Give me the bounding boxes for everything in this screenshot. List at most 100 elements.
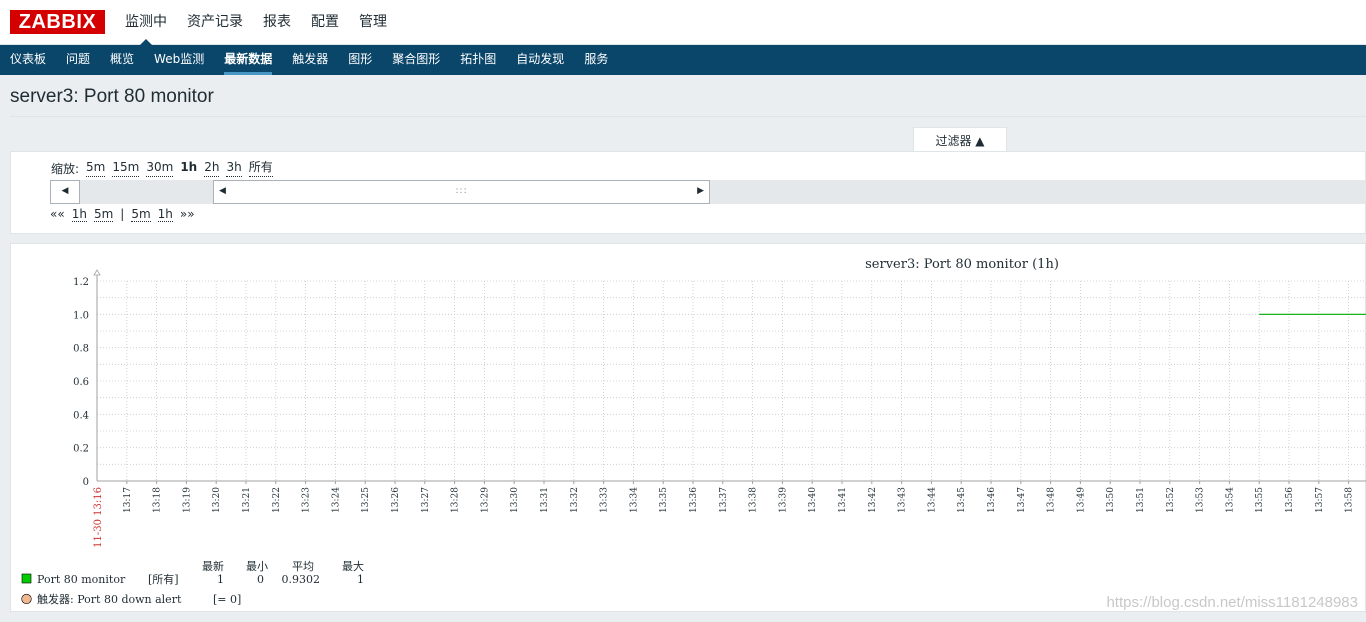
nav-separator: | [120,207,125,221]
x-tick-label: 13:30 [510,487,520,513]
x-tick-label: 13:54 [1225,487,1235,513]
x-tick-label: 13:17 [123,487,133,513]
x-tick-label: 13:39 [778,487,788,513]
y-axis: 0 0.2 0.4 0.6 0.8 1.0 1.2 [73,269,101,488]
page-title: server3: Port 80 monitor [10,86,214,107]
y-tick-label: 0 [83,477,89,488]
y-axis-arrow-icon [93,269,101,276]
x-tick-label: 13:36 [689,487,699,513]
legend-trigger-label: 触发器: Port 80 down alert [37,592,182,606]
legend-series-min: 0 [257,573,264,586]
y-tick-label: 0.6 [73,377,89,388]
legend-series-avg: 0.9302 [282,573,321,586]
zoom-15m[interactable]: 15m [112,160,140,177]
sub-nav-maps[interactable]: 拓扑图 [450,45,506,75]
main-nav-inventory[interactable]: 资产记录 [177,0,253,45]
sub-nav-triggers[interactable]: 触发器 [282,45,338,75]
sub-nav-latest-data[interactable]: 最新数据 [214,45,282,75]
sub-nav-overview[interactable]: 概览 [100,45,144,75]
x-tick-label: 13:33 [600,487,610,513]
nav-forward-far[interactable]: »» [180,207,195,222]
x-tick-label: 13:57 [1315,487,1325,513]
main-nav-administration[interactable]: 管理 [349,0,397,45]
x-tick-label: 13:28 [451,487,461,513]
nav-back-far[interactable]: «« [50,207,65,222]
sub-nav-discovery[interactable]: 自动发现 [506,45,574,75]
zoom-2h[interactable]: 2h [204,160,220,177]
x-tick-label: 13:19 [182,487,192,513]
graph-panel: server3: Port 80 monitor (1h) 0 0.2 0.4 0.6… [10,243,1366,612]
x-tick-label: 13:27 [421,487,431,513]
sub-nav-services[interactable]: 服务 [574,45,618,75]
nav-back-5m[interactable]: 5m [93,207,114,222]
legend-header-last: 最新 [202,559,224,573]
zoom-5m[interactable]: 5m [86,160,106,177]
x-start-label: 11-30 13:16 [93,487,104,548]
x-tick-label: 13:46 [987,487,997,513]
x-tick-label: 13:40 [808,487,818,513]
chart-legend: 最新 最小 平均 最大 Port 80 monitor [所有] 1 0 0.9… [21,559,364,606]
x-tick-label: 13:52 [1166,487,1176,513]
x-tick-label: 13:45 [957,487,967,513]
x-tick-label: 13:35 [659,487,669,513]
legend-series-last: 1 [217,573,224,586]
zoom-all[interactable]: 所有 [248,160,273,177]
timeline-left-button[interactable]: ◀ [50,180,80,204]
sub-nav-screens[interactable]: 聚合图形 [382,45,450,75]
main-nav-reports[interactable]: 报表 [253,0,301,45]
period-nav-row: «« 1h 5m | 5m 1h »» [50,207,195,222]
nav-back-1h[interactable]: 1h [71,207,87,222]
legend-series-scope: [所有] [148,572,179,586]
filter-tab[interactable]: 过滤器 ▲ [913,127,1007,152]
x-tick-label: 13:44 [927,487,937,513]
zoom-30m[interactable]: 30m [146,160,174,177]
x-tick-label: 13:41 [838,487,848,513]
zoom-1h[interactable]: 1h [180,160,197,177]
x-tick-label: 13:51 [1136,487,1146,513]
handle-left-arrow-icon[interactable]: ◀ [219,181,226,202]
x-tick-label: 13:53 [1196,487,1206,513]
x-axis: 11-30 13:16 13:17 13:18 13:19 13:20 13:21 13:2… [93,480,1366,548]
legend-trigger-swatch [21,593,32,605]
nav-forward-5m[interactable]: 5m [131,207,151,222]
x-tick-label: 13:50 [1106,487,1116,513]
x-tick-label: 13:29 [480,487,490,513]
title-divider [10,116,1366,117]
sub-nav-graphs[interactable]: 图形 [338,45,382,75]
x-tick-label: 13:55 [1255,487,1265,513]
x-tick-label: 13:43 [898,487,908,513]
zabbix-logo[interactable]: ZABBIX [10,10,105,34]
timeline-handle[interactable]: ◀ ::: ▶ [213,180,710,204]
legend-series-max: 1 [357,573,364,586]
x-tick-label: 13:31 [540,487,550,513]
x-tick-label: 13:47 [1017,487,1027,513]
main-nav-monitoring[interactable]: 监测中 [115,0,177,45]
x-tick-label: 13:23 [302,487,312,513]
sub-nav-dashboard[interactable]: 仪表板 [0,45,56,75]
main-nav-configuration[interactable]: 配置 [301,0,349,45]
main-nav: 监测中 资产记录 报表 配置 管理 [115,0,397,45]
legend-trigger-condition: [= 0] [213,593,241,606]
legend-header-min: 最小 [246,560,268,573]
nav-forward-1h[interactable]: 1h [157,207,173,222]
chart-title: server3: Port 80 monitor (1h) [865,257,1059,272]
legend-header-max: 最大 [342,559,364,573]
watermark: https://blog.csdn.net/miss1181248983 [1106,594,1358,611]
x-tick-label: 13:25 [361,487,371,513]
graph-chart: server3: Port 80 monitor (1h) 0 0.2 0.4 0.6… [21,257,1366,606]
x-tick-label: 13:26 [391,487,401,513]
x-tick-label: 13:21 [242,487,252,513]
chart-grid [97,280,1366,481]
y-tick-label: 0.2 [73,444,89,455]
x-tick-label: 13:56 [1285,487,1295,513]
x-tick-label: 13:22 [272,487,282,513]
x-tick-label: 13:37 [719,487,729,513]
top-bar: ZABBIX 监测中 资产记录 报表 配置 管理 [0,0,1366,45]
legend-series-swatch [21,573,32,584]
x-tick-label: 13:32 [570,487,580,513]
y-tick-label: 1.2 [73,277,89,288]
sub-nav-problems[interactable]: 问题 [56,45,100,75]
handle-right-arrow-icon[interactable]: ▶ [697,181,704,202]
sub-nav-web[interactable]: Web监测 [144,45,214,75]
zoom-3h[interactable]: 3h [226,160,242,177]
